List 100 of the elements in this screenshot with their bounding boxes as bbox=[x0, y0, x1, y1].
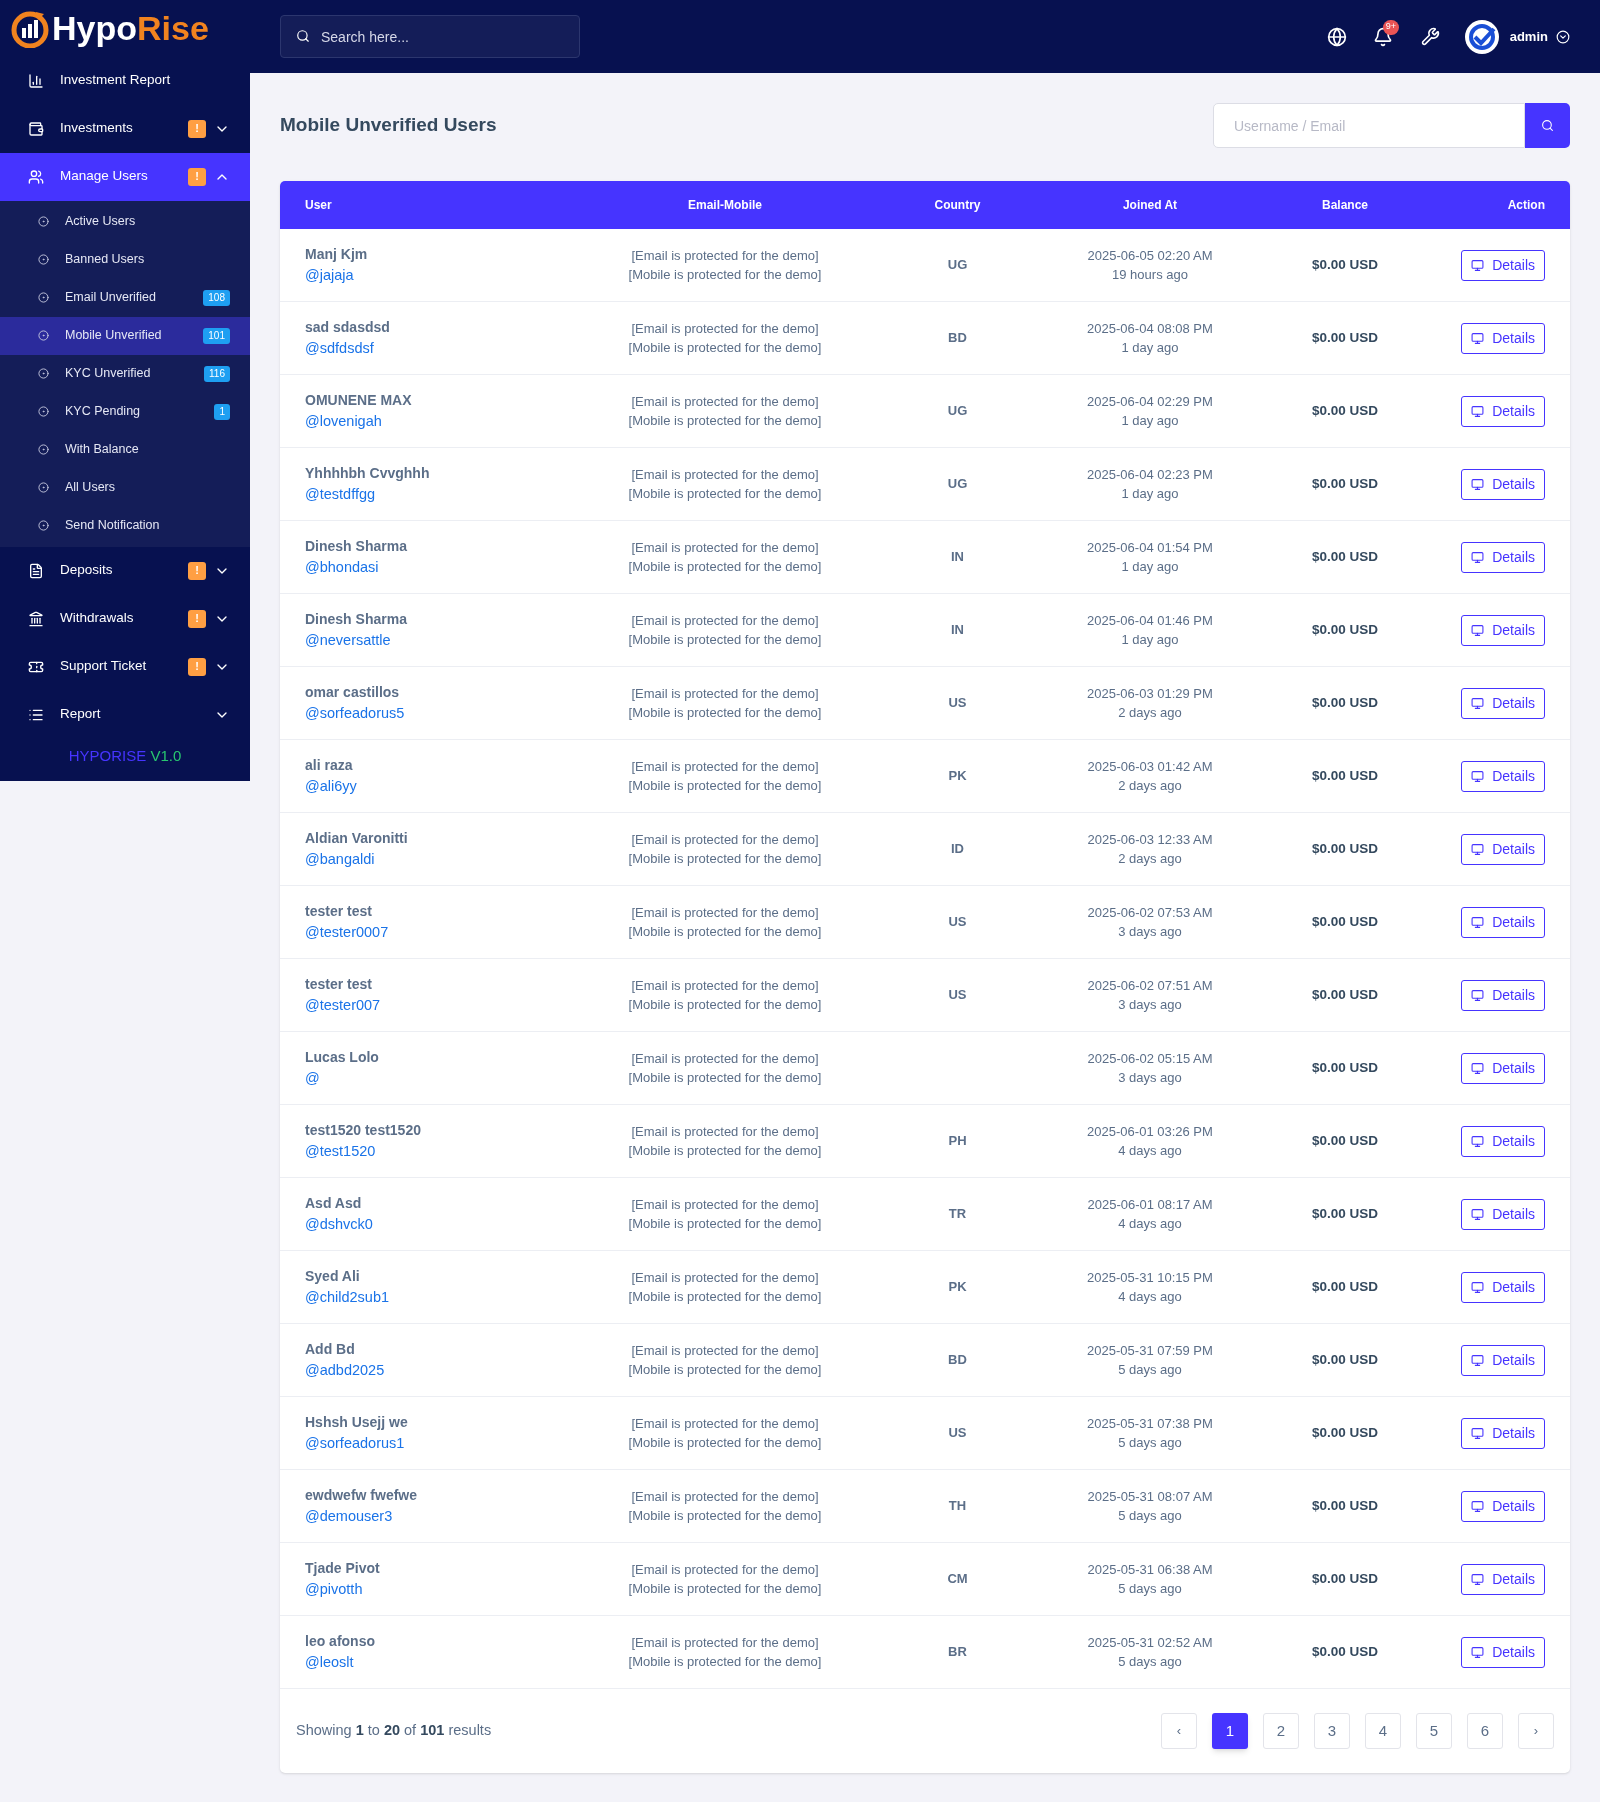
username-link[interactable]: @ bbox=[305, 1067, 320, 1090]
next-page-button[interactable]: › bbox=[1518, 1713, 1554, 1749]
country-code: PH bbox=[948, 1132, 967, 1151]
username-link[interactable]: @dshvck0 bbox=[305, 1213, 373, 1236]
submenu-item[interactable]: KYC Unverified 116 bbox=[0, 354, 250, 393]
user-full-name: Yhhhhbh Cvvghhh bbox=[305, 463, 431, 483]
monitor-icon bbox=[1471, 1134, 1485, 1148]
details-button[interactable]: Details bbox=[1461, 614, 1545, 646]
country-code: US bbox=[948, 913, 967, 932]
details-button[interactable]: Details bbox=[1461, 1198, 1545, 1230]
page-button[interactable]: 1 bbox=[1212, 1713, 1248, 1749]
joined-ago: 19 hours ago bbox=[1112, 266, 1188, 284]
details-button[interactable]: Details bbox=[1461, 1636, 1545, 1668]
details-button[interactable]: Details bbox=[1461, 322, 1545, 354]
mobile-text: [Mobile is protected for the demo] bbox=[628, 1215, 822, 1233]
monitor-icon bbox=[1471, 769, 1485, 783]
details-button[interactable]: Details bbox=[1461, 249, 1545, 281]
search-field[interactable]: Search here... bbox=[280, 15, 580, 58]
balance-amount: $0.00 USD bbox=[1311, 255, 1378, 274]
sidebar-item[interactable]: Withdrawals ! bbox=[0, 594, 250, 643]
details-button[interactable]: Details bbox=[1461, 541, 1545, 573]
username-link[interactable]: @tester0007 bbox=[305, 921, 389, 944]
sidebar-item[interactable]: Report bbox=[0, 690, 250, 739]
username-link[interactable]: @leoslt bbox=[305, 1651, 354, 1674]
search-button[interactable] bbox=[1525, 103, 1570, 148]
sidebar-item[interactable]: Investment Report bbox=[0, 56, 250, 105]
username-search-field[interactable]: Username / Email bbox=[1213, 103, 1525, 148]
details-button[interactable]: Details bbox=[1461, 1344, 1545, 1376]
page-button[interactable]: 4 bbox=[1365, 1713, 1401, 1749]
username-link[interactable]: @adbd2025 bbox=[305, 1359, 385, 1382]
username-link[interactable]: @tester007 bbox=[305, 994, 381, 1017]
email-text: [Email is protected for the demo] bbox=[631, 1560, 819, 1579]
joined-date: 2025-06-04 01:54 PM bbox=[1087, 538, 1213, 557]
username-link[interactable]: @sorfeadorus1 bbox=[305, 1432, 405, 1455]
balance-amount: $0.00 USD bbox=[1311, 547, 1378, 566]
page-button[interactable]: 6 bbox=[1467, 1713, 1503, 1749]
country-code: US bbox=[948, 694, 967, 713]
submenu-item[interactable]: KYC Pending 1 bbox=[0, 392, 250, 431]
username-link[interactable]: @test1520 bbox=[305, 1140, 376, 1163]
details-button[interactable]: Details bbox=[1461, 1490, 1545, 1522]
email-text: [Email is protected for the demo] bbox=[631, 1341, 819, 1360]
notification-badge: 9+ bbox=[1382, 19, 1399, 35]
details-button[interactable]: Details bbox=[1461, 833, 1545, 865]
details-button[interactable]: Details bbox=[1461, 1052, 1545, 1084]
username-link[interactable]: @demouser3 bbox=[305, 1505, 393, 1528]
sidebar-label: Manage Users bbox=[60, 167, 149, 186]
username-link[interactable]: @pivotth bbox=[305, 1578, 363, 1601]
email-text: [Email is protected for the demo] bbox=[631, 1633, 819, 1652]
joined-ago: 1 day ago bbox=[1121, 631, 1179, 649]
details-button[interactable]: Details bbox=[1461, 1563, 1545, 1595]
details-button[interactable]: Details bbox=[1461, 468, 1545, 500]
username-link[interactable]: @sdfdsdsf bbox=[305, 337, 374, 360]
count-badge: 1 bbox=[214, 403, 230, 420]
previous-page-button[interactable]: ‹ bbox=[1161, 1713, 1197, 1749]
user-menu[interactable]: admin bbox=[1463, 18, 1570, 55]
username-link[interactable]: @jajaja bbox=[305, 264, 354, 287]
sidebar-item[interactable]: Manage Users ! bbox=[0, 152, 250, 201]
details-button[interactable]: Details bbox=[1461, 906, 1545, 938]
globe-icon[interactable] bbox=[1326, 26, 1347, 47]
username-link[interactable]: @bangaldi bbox=[305, 848, 375, 871]
username-link[interactable]: @ali6yy bbox=[305, 775, 357, 798]
submenu-item[interactable]: Banned Users bbox=[0, 240, 250, 279]
joined-ago: 1 day ago bbox=[1121, 412, 1179, 430]
details-button[interactable]: Details bbox=[1461, 395, 1545, 427]
country-code: IN bbox=[951, 548, 964, 567]
mobile-text: [Mobile is protected for the demo] bbox=[628, 1653, 822, 1671]
username-link[interactable]: @lovenigah bbox=[305, 410, 382, 433]
wrench-icon[interactable] bbox=[1420, 27, 1440, 46]
details-button[interactable]: Details bbox=[1461, 1417, 1545, 1449]
details-button[interactable]: Details bbox=[1461, 1125, 1545, 1157]
balance-amount: $0.00 USD bbox=[1311, 1277, 1378, 1296]
username-link[interactable]: @sorfeadorus5 bbox=[305, 702, 405, 725]
submenu-item[interactable]: With Balance bbox=[0, 430, 250, 469]
alert-badge: ! bbox=[188, 167, 206, 186]
sidebar-item[interactable]: Deposits ! bbox=[0, 546, 250, 595]
page-button[interactable]: 3 bbox=[1314, 1713, 1350, 1749]
submenu-item[interactable]: Mobile Unverified 101 bbox=[0, 316, 250, 355]
sidebar-item[interactable]: Investments ! bbox=[0, 104, 250, 153]
monitor-icon bbox=[1471, 258, 1485, 272]
balance-amount: $0.00 USD bbox=[1311, 1350, 1378, 1369]
details-button[interactable]: Details bbox=[1461, 979, 1545, 1011]
submenu-item[interactable]: Email Unverified 108 bbox=[0, 278, 250, 317]
mobile-text: [Mobile is protected for the demo] bbox=[628, 339, 822, 357]
page-button[interactable]: 2 bbox=[1263, 1713, 1299, 1749]
details-button[interactable]: Details bbox=[1461, 687, 1545, 719]
sidebar-item[interactable]: Support Ticket ! bbox=[0, 642, 250, 691]
submenu-item[interactable]: Send Notification bbox=[0, 506, 250, 545]
username-link[interactable]: @neversattle bbox=[305, 629, 391, 652]
country-code: UG bbox=[947, 475, 968, 494]
submenu-item[interactable]: Active Users bbox=[0, 202, 250, 241]
user-full-name: test1520 test1520 bbox=[305, 1120, 422, 1140]
username-link[interactable]: @testdffgg bbox=[305, 483, 376, 506]
wallet-icon bbox=[28, 120, 44, 137]
username-link[interactable]: @child2sub1 bbox=[305, 1286, 390, 1309]
details-button[interactable]: Details bbox=[1461, 1271, 1545, 1303]
submenu-label: All Users bbox=[65, 479, 116, 497]
details-button[interactable]: Details bbox=[1461, 760, 1545, 792]
page-button[interactable]: 5 bbox=[1416, 1713, 1452, 1749]
submenu-item[interactable]: All Users bbox=[0, 468, 250, 507]
username-link[interactable]: @bhondasi bbox=[305, 556, 379, 579]
